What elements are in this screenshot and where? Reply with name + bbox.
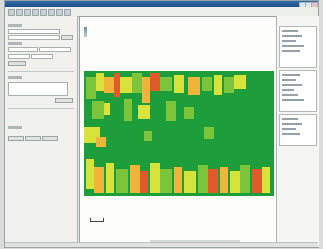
tool-button[interactable] [8, 136, 24, 141]
list-item[interactable] [282, 128, 296, 130]
dropdown-field[interactable] [8, 47, 38, 52]
list-item[interactable] [282, 50, 300, 52]
list-item[interactable] [282, 79, 296, 81]
list-item[interactable] [282, 74, 300, 76]
application-window [4, 0, 319, 248]
list-item[interactable] [282, 45, 304, 47]
separator [8, 71, 74, 72]
layer-list[interactable] [279, 26, 317, 68]
list-item[interactable] [282, 40, 296, 42]
options-box[interactable] [8, 82, 68, 96]
separator [8, 108, 74, 109]
list-item[interactable] [282, 118, 298, 120]
list-item[interactable] [282, 35, 302, 37]
attributes-list[interactable] [279, 114, 317, 146]
list-item[interactable] [282, 30, 298, 32]
open-icon[interactable] [8, 9, 15, 16]
list-item[interactable] [282, 123, 302, 125]
field-label [8, 24, 22, 27]
text-field[interactable] [8, 29, 60, 34]
browse-button[interactable] [61, 35, 73, 40]
value-field[interactable] [8, 54, 30, 59]
measure-icon[interactable] [64, 9, 71, 16]
scale-bar [90, 218, 104, 222]
print-icon[interactable] [24, 9, 31, 16]
tool-button[interactable] [25, 136, 41, 141]
pan-icon[interactable] [48, 9, 55, 16]
status-item [275, 243, 277, 247]
option-button[interactable] [8, 61, 26, 66]
map-window[interactable] [79, 16, 277, 246]
text-field[interactable] [8, 35, 60, 40]
value-field[interactable] [31, 54, 53, 59]
section-label [8, 76, 22, 79]
apply-button[interactable] [55, 98, 73, 103]
dropdown-field[interactable] [39, 47, 71, 52]
list-item[interactable] [282, 133, 300, 135]
list-item[interactable] [282, 94, 298, 96]
section-label [8, 126, 22, 129]
zoom-in-icon[interactable] [32, 9, 39, 16]
status-item [297, 243, 299, 247]
list-item[interactable] [282, 99, 304, 101]
list-item[interactable] [282, 84, 302, 86]
right-panel [276, 16, 319, 247]
north-arrow-icon [84, 27, 87, 37]
properties-list[interactable] [279, 70, 317, 112]
zoom-out-icon[interactable] [40, 9, 47, 16]
status-item [250, 243, 252, 247]
status-item [225, 243, 227, 247]
status-bar [5, 242, 318, 247]
field-label [8, 42, 22, 45]
select-icon[interactable] [56, 9, 63, 16]
tool-button[interactable] [42, 136, 58, 141]
save-icon[interactable] [16, 9, 23, 16]
left-panel [5, 16, 78, 247]
heatmap-grid[interactable] [84, 71, 274, 196]
list-item[interactable] [282, 89, 294, 91]
